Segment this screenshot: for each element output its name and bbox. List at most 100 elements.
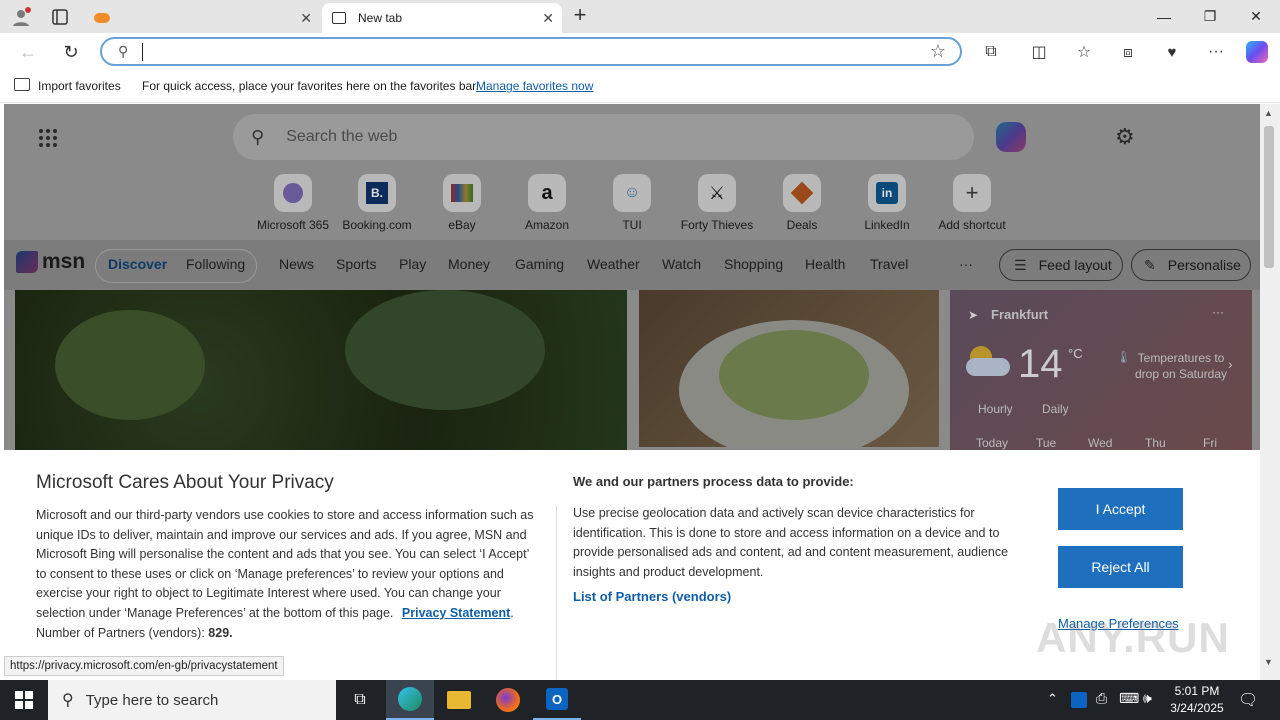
outlook-tray-icon[interactable]: [1071, 692, 1087, 708]
refresh-icon[interactable]: ↻: [58, 39, 84, 65]
search-icon: ⚲: [118, 43, 129, 59]
add-favorite-star-icon[interactable]: ☆: [930, 41, 946, 62]
notifications-icon[interactable]: 🗨: [1238, 690, 1258, 710]
weather-tab-hourly[interactable]: Hourly: [978, 402, 1013, 416]
page-settings-gear-icon[interactable]: ⚙: [1115, 124, 1135, 150]
tab-inactive[interactable]: ✕: [84, 3, 320, 33]
weather-more-icon[interactable]: ···: [1212, 305, 1224, 319]
manage-favorites-link[interactable]: Manage favorites now: [476, 79, 593, 93]
address-bar[interactable]: ⚲ ☆: [100, 37, 962, 66]
booking-icon: B.: [358, 174, 396, 212]
tui-icon: ☺: [613, 174, 651, 212]
close-tab-icon[interactable]: ✕: [542, 10, 554, 27]
page-scrollbar[interactable]: ▲ ▼: [1260, 104, 1280, 680]
tab-following[interactable]: Following: [186, 256, 245, 272]
windows-start-button[interactable]: [0, 680, 48, 720]
shortcut-microsoft-365[interactable]: Microsoft 365: [253, 174, 333, 232]
weather-tab-daily[interactable]: Daily: [1042, 402, 1069, 416]
firefox-icon[interactable]: [484, 680, 532, 720]
favorites-icon[interactable]: ☆: [1071, 39, 1097, 65]
close-tab-icon[interactable]: ✕: [300, 10, 312, 27]
apps-launcher-icon[interactable]: [38, 128, 58, 148]
location-arrow-icon: ➤: [968, 308, 979, 322]
weather-card[interactable]: ➤ Frankfurt ··· 14 °C 🌡 Temperatures to …: [950, 290, 1252, 450]
weather-day-thu: Thu: [1145, 436, 1166, 450]
volume-icon[interactable]: 🕪: [1143, 690, 1152, 707]
tab-new-tab[interactable]: New tab ✕: [322, 3, 562, 33]
nav-health[interactable]: Health: [805, 256, 845, 272]
back-icon[interactable]: ←: [15, 39, 41, 65]
shortcut-forty-thieves[interactable]: ⚔ Forty Thieves: [677, 174, 757, 232]
nav-shopping[interactable]: Shopping: [724, 256, 783, 272]
consent-divider: [556, 506, 557, 680]
favorites-bar-hint: For quick access, place your favorites h…: [142, 79, 479, 93]
shortcut-linkedin[interactable]: in LinkedIn: [847, 174, 927, 232]
collections-icon[interactable]: ⧈: [1115, 39, 1141, 65]
nav-sports[interactable]: Sports: [336, 256, 376, 272]
shortcut-booking[interactable]: B. Booking.com: [337, 174, 417, 232]
weather-city[interactable]: Frankfurt: [991, 307, 1048, 322]
web-search-box[interactable]: ⚲ Search the web: [233, 114, 974, 160]
privacy-consent-panel: Microsoft Cares About Your Privacy Micro…: [0, 450, 1260, 680]
microsoft-365-icon: [274, 174, 312, 212]
accept-button[interactable]: I Accept: [1058, 488, 1183, 530]
restore-button[interactable]: ❐: [1187, 0, 1233, 33]
file-explorer-icon[interactable]: [435, 680, 483, 720]
edge-taskbar-icon[interactable]: [386, 680, 434, 720]
scroll-up-icon[interactable]: ▲: [1264, 108, 1273, 118]
nav-weather[interactable]: Weather: [587, 256, 640, 272]
privacy-statement-link[interactable]: Privacy Statement: [402, 606, 510, 620]
import-favorites-icon: [14, 78, 30, 91]
extensions-icon[interactable]: ⧉: [978, 39, 1004, 65]
scroll-down-icon[interactable]: ▼: [1264, 657, 1273, 667]
nav-watch[interactable]: Watch: [662, 256, 701, 272]
partners-list-link[interactable]: List of Partners (vendors): [573, 589, 731, 604]
cloud-favicon-icon: [94, 13, 110, 23]
sliders-icon: ☰: [1014, 256, 1027, 273]
show-hidden-icons-icon[interactable]: ⌃: [1047, 691, 1058, 707]
salad-image[interactable]: [639, 290, 939, 447]
tab-strip: ✕ New tab ✕ + — ❐ ✕: [0, 0, 1280, 33]
personalise-button[interactable]: ✎ Personalise: [1131, 249, 1251, 281]
copilot-icon[interactable]: [1244, 39, 1270, 65]
taskbar-search-box[interactable]: ⚲ Type here to search: [48, 680, 336, 720]
new-tab-button[interactable]: +: [568, 4, 592, 28]
msn-logo[interactable]: msn: [16, 249, 85, 275]
shortcut-tui[interactable]: ☺ TUI: [592, 174, 672, 232]
scrollbar-thumb[interactable]: [1264, 126, 1274, 268]
task-view-icon[interactable]: ⧉: [336, 680, 384, 720]
nav-travel[interactable]: Travel: [870, 256, 908, 272]
shortcut-amazon[interactable]: a Amazon: [507, 174, 587, 232]
nav-more-icon[interactable]: ···: [959, 256, 973, 272]
network-icon[interactable]: ⌨: [1119, 690, 1139, 707]
shortcut-deals[interactable]: Deals: [762, 174, 842, 232]
address-input[interactable]: [142, 42, 903, 61]
weather-next-icon[interactable]: ›: [1228, 356, 1233, 372]
outlook-icon[interactable]: O: [533, 680, 581, 720]
nav-news[interactable]: News: [279, 256, 314, 272]
feed-layout-button[interactable]: ☰ Feed layout: [999, 249, 1123, 281]
settings-more-icon[interactable]: ···: [1203, 39, 1229, 65]
profile-icon[interactable]: [10, 6, 32, 28]
tab-discover[interactable]: Discover: [108, 256, 167, 272]
nav-gaming[interactable]: Gaming: [515, 256, 564, 272]
device-tray-icon[interactable]: ⎙: [1096, 690, 1107, 707]
nav-money[interactable]: Money: [448, 256, 490, 272]
close-window-button[interactable]: ✕: [1233, 0, 1279, 33]
split-screen-icon[interactable]: ◫: [1026, 39, 1052, 65]
import-favorites-button[interactable]: Import favorites: [38, 79, 121, 93]
copilot-icon[interactable]: [996, 122, 1026, 152]
shortcut-add[interactable]: + Add shortcut: [932, 174, 1012, 232]
consent-body: Microsoft and our third-party vendors us…: [36, 508, 534, 640]
tab-actions-icon[interactable]: [50, 7, 70, 27]
reject-all-button[interactable]: Reject All: [1058, 546, 1183, 588]
weather-note: Temperatures to drop on Saturday: [1134, 351, 1228, 381]
ebay-icon: [443, 174, 481, 212]
broccoli-image[interactable]: [15, 290, 627, 450]
shortcut-ebay[interactable]: eBay: [422, 174, 502, 232]
taskbar-clock[interactable]: 5:01 PM 3/24/2025: [1164, 683, 1230, 717]
minimize-button[interactable]: —: [1141, 0, 1187, 33]
browser-essentials-icon[interactable]: ♥: [1159, 39, 1185, 65]
weather-temp: 14: [1018, 342, 1063, 386]
nav-play[interactable]: Play: [399, 256, 426, 272]
